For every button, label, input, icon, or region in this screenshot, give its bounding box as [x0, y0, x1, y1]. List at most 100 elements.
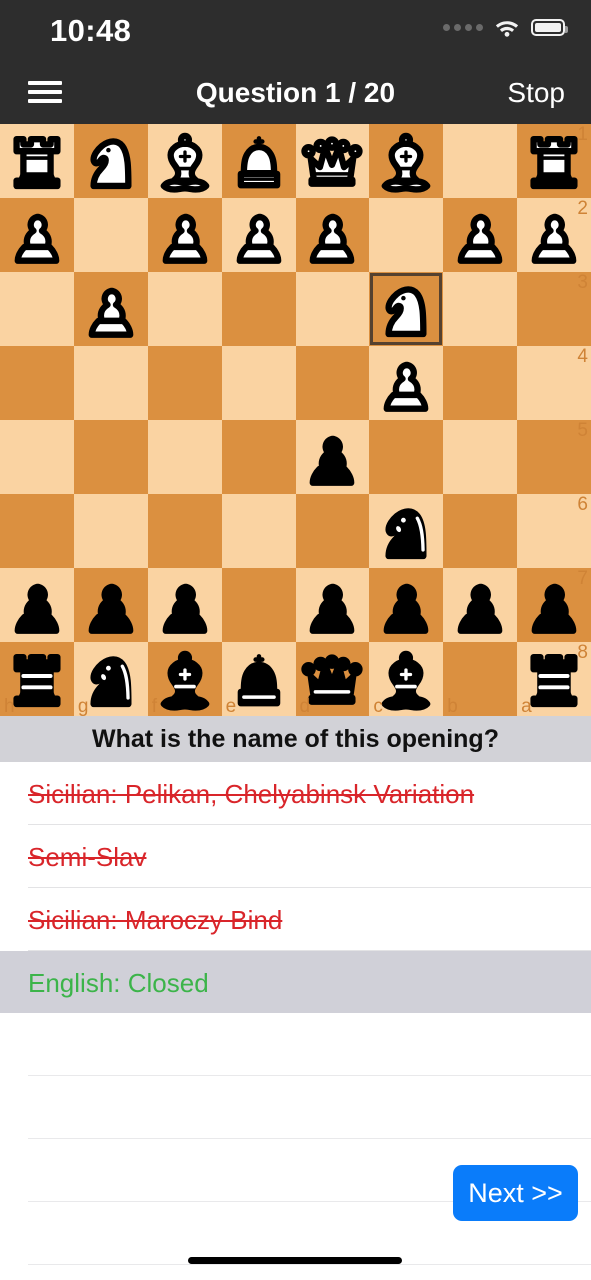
board-square-d1[interactable] [295, 124, 370, 198]
board-square-f5[interactable] [147, 420, 222, 494]
chess-piece-bP[interactable] [151, 571, 219, 639]
chess-piece-bB[interactable] [151, 645, 219, 713]
board-square-g2[interactable] [73, 198, 148, 272]
answer-option-1[interactable]: Sicilian: Pelikan, Chelyabinsk Variation [0, 762, 591, 825]
chess-piece-wP[interactable] [151, 201, 219, 269]
board-square-h1[interactable] [0, 124, 74, 198]
chess-piece-wP[interactable] [298, 201, 366, 269]
board-square-a2[interactable]: 2 [517, 198, 591, 272]
board-square-g6[interactable] [73, 494, 148, 568]
board-square-b8[interactable]: b [443, 642, 518, 717]
chess-piece-bP[interactable] [298, 423, 366, 491]
board-square-a5[interactable]: 5 [517, 420, 591, 494]
board-square-b5[interactable] [443, 420, 518, 494]
chess-piece-wP[interactable] [372, 349, 440, 417]
board-square-a4[interactable]: 4 [517, 346, 591, 420]
board-square-f4[interactable] [147, 346, 222, 420]
board-square-b2[interactable] [443, 198, 518, 272]
board-square-h3[interactable] [0, 272, 74, 346]
chess-piece-bN[interactable] [372, 497, 440, 565]
answer-option-4[interactable]: English: Closed [0, 951, 591, 1014]
board-square-b6[interactable] [443, 494, 518, 568]
board-square-h5[interactable] [0, 420, 74, 494]
board-square-c5[interactable] [369, 420, 444, 494]
board-square-h8[interactable]: h [0, 642, 74, 717]
board-square-e3[interactable] [221, 272, 296, 346]
board-square-c4[interactable] [369, 346, 444, 420]
board-square-f8[interactable]: f [147, 642, 222, 717]
board-square-c2[interactable] [369, 198, 444, 272]
board-square-d8[interactable]: d [295, 642, 370, 717]
board-square-b1[interactable] [443, 124, 518, 198]
board-square-a8[interactable]: 8a [517, 642, 591, 717]
board-square-g7[interactable] [73, 568, 148, 642]
chess-piece-wP[interactable] [3, 201, 71, 269]
board-square-c6[interactable] [369, 494, 444, 568]
board-square-f2[interactable] [147, 198, 222, 272]
chess-piece-bQ[interactable] [298, 645, 366, 713]
board-square-g5[interactable] [73, 420, 148, 494]
board-square-d2[interactable] [295, 198, 370, 272]
board-square-c7[interactable] [369, 568, 444, 642]
board-square-e4[interactable] [221, 346, 296, 420]
chess-piece-wR[interactable] [520, 127, 588, 195]
board-square-e5[interactable] [221, 420, 296, 494]
board-square-f1[interactable] [147, 124, 222, 198]
answer-option-3[interactable]: Sicilian: Maroczy Bind [0, 888, 591, 951]
board-square-c3[interactable] [369, 272, 444, 346]
board-square-e1[interactable] [221, 124, 296, 198]
board-square-e8[interactable]: e [221, 642, 296, 717]
board-square-g8[interactable]: g [73, 642, 148, 717]
chess-piece-wN[interactable] [77, 127, 145, 195]
chess-piece-bP[interactable] [372, 571, 440, 639]
chess-board[interactable]: 1 2 3 4 5 6 7 h g f e d c b 8 a [0, 124, 591, 717]
board-square-g4[interactable] [73, 346, 148, 420]
board-square-h4[interactable] [0, 346, 74, 420]
chess-piece-bP[interactable] [77, 571, 145, 639]
board-square-e2[interactable] [221, 198, 296, 272]
board-square-h7[interactable] [0, 568, 74, 642]
chess-piece-wN[interactable] [372, 275, 440, 343]
board-square-e6[interactable] [221, 494, 296, 568]
board-square-d5[interactable] [295, 420, 370, 494]
chess-piece-wR[interactable] [3, 127, 71, 195]
board-square-e7[interactable] [221, 568, 296, 642]
board-square-f6[interactable] [147, 494, 222, 568]
answer-list[interactable]: Sicilian: Pelikan, Chelyabinsk Variation… [0, 762, 591, 1014]
board-square-g1[interactable] [73, 124, 148, 198]
board-square-d4[interactable] [295, 346, 370, 420]
answer-option-2[interactable]: Semi-Slav [0, 825, 591, 888]
chess-piece-bP[interactable] [520, 571, 588, 639]
board-square-g3[interactable] [73, 272, 148, 346]
chess-piece-bP[interactable] [3, 571, 71, 639]
chess-piece-bK[interactable] [225, 645, 293, 713]
board-square-d7[interactable] [295, 568, 370, 642]
board-square-h6[interactable] [0, 494, 74, 568]
chess-piece-wP[interactable] [520, 201, 588, 269]
board-square-b7[interactable] [443, 568, 518, 642]
board-square-h2[interactable] [0, 198, 74, 272]
chess-piece-bB[interactable] [372, 645, 440, 713]
board-square-c1[interactable] [369, 124, 444, 198]
board-square-a1[interactable]: 1 [517, 124, 591, 198]
board-square-d6[interactable] [295, 494, 370, 568]
stop-button[interactable]: Stop [507, 62, 565, 124]
board-square-f3[interactable] [147, 272, 222, 346]
chess-piece-wP[interactable] [446, 201, 514, 269]
chess-piece-wK[interactable] [225, 127, 293, 195]
board-square-b4[interactable] [443, 346, 518, 420]
board-square-d3[interactable] [295, 272, 370, 346]
board-square-f7[interactable] [147, 568, 222, 642]
board-square-a6[interactable]: 6 [517, 494, 591, 568]
chess-piece-bN[interactable] [77, 645, 145, 713]
board-square-c8[interactable]: c [369, 642, 444, 717]
board-square-b3[interactable] [443, 272, 518, 346]
board-square-a3[interactable]: 3 [517, 272, 591, 346]
chess-piece-wP[interactable] [77, 275, 145, 343]
chess-piece-bP[interactable] [298, 571, 366, 639]
chess-piece-bR[interactable] [520, 645, 588, 713]
chess-piece-wB[interactable] [151, 127, 219, 195]
board-square-a7[interactable]: 7 [517, 568, 591, 642]
chess-piece-wQ[interactable] [298, 127, 366, 195]
chess-piece-wP[interactable] [225, 201, 293, 269]
